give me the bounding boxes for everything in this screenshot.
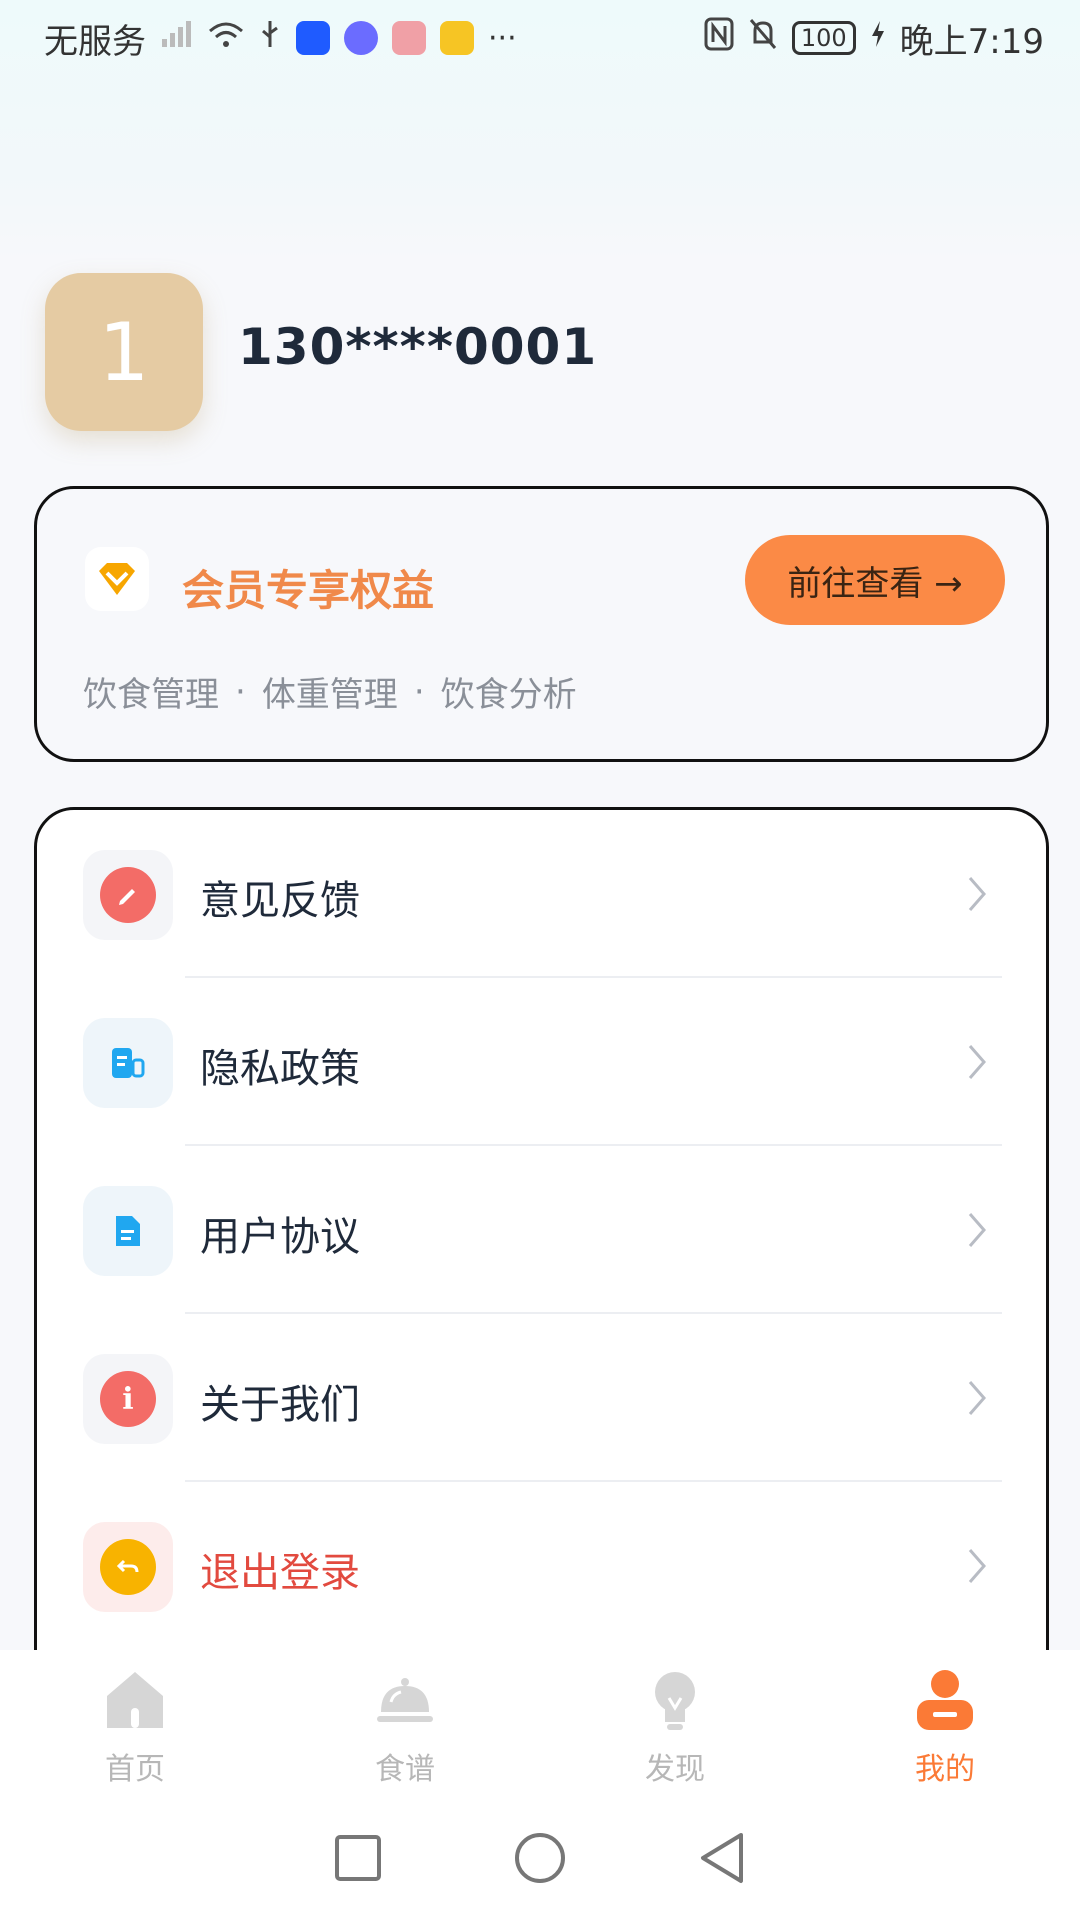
wifi-icon — [208, 18, 244, 58]
tab-home[interactable]: 首页 — [65, 1668, 205, 1788]
menu-item-privacy[interactable]: 隐私政策 — [37, 978, 1046, 1146]
logout-icon — [83, 1522, 173, 1612]
system-nav-bar — [0, 1800, 1080, 1920]
file-icon — [83, 1186, 173, 1276]
usb-icon — [258, 18, 282, 58]
nfc-icon — [704, 17, 734, 60]
separator-dot: · — [413, 671, 425, 712]
battery-indicator: 100 — [791, 21, 856, 55]
menu-label: 意见反馈 — [200, 878, 360, 924]
vip-feature: 饮食分析 — [440, 675, 577, 715]
app-wallet-icon — [440, 21, 474, 55]
carrier-text: 无服务 — [44, 21, 146, 62]
mute-icon — [748, 17, 778, 60]
user-phone: 130****0001 — [238, 318, 598, 376]
back-button[interactable] — [697, 1831, 747, 1889]
edit-icon — [83, 850, 173, 940]
tab-label: 食谱 — [375, 1752, 435, 1787]
bottom-tab-bar: 首页 食谱 发现 我的 — [0, 1650, 1080, 1800]
menu-item-agreement[interactable]: 用户协议 — [37, 1146, 1046, 1314]
diamond-icon — [85, 547, 149, 611]
tab-label: 我的 — [915, 1752, 975, 1787]
tab-label: 首页 — [105, 1752, 165, 1787]
avatar[interactable]: 1 — [45, 273, 203, 431]
vip-feature: 饮食管理 — [83, 675, 219, 715]
chevron-right-icon — [956, 1544, 996, 1588]
vip-feature: 体重管理 — [261, 675, 398, 715]
app-calendar-icon — [392, 21, 426, 55]
tab-recipes[interactable]: 食谱 — [335, 1668, 475, 1788]
status-bar: 无服务 ··· 100 晚上7:19 — [0, 0, 1080, 76]
home-icon — [103, 1668, 167, 1736]
signal-icon — [160, 18, 194, 58]
tab-label: 发现 — [645, 1752, 705, 1787]
tab-discover[interactable]: 发现 — [605, 1668, 745, 1788]
profile-page: 无服务 ··· 100 晚上7:19 1 130****0001 会员专享权益 … — [0, 0, 1080, 1920]
avatar-initial: 1 — [98, 305, 150, 399]
charging-icon — [870, 18, 886, 58]
lightbulb-icon — [643, 1668, 707, 1736]
more-icon: ··· — [488, 20, 517, 56]
vip-title: 会员专享权益 — [182, 566, 435, 615]
cloche-icon — [373, 1668, 437, 1736]
menu-label: 用户协议 — [200, 1214, 360, 1260]
info-icon: i — [83, 1354, 173, 1444]
app-music-icon — [344, 21, 378, 55]
menu-item-feedback[interactable]: 意见反馈 — [37, 810, 1046, 978]
chevron-right-icon — [956, 1376, 996, 1420]
home-button[interactable] — [513, 1831, 567, 1889]
chevron-right-icon — [956, 1208, 996, 1252]
chevron-right-icon — [956, 1040, 996, 1084]
clock: 晚上7:19 — [899, 21, 1044, 62]
vip-card: 会员专享权益 前往查看 → 饮食管理 · 体重管理 · 饮食分析 — [34, 486, 1049, 762]
menu-item-about[interactable]: i 关于我们 — [37, 1314, 1046, 1482]
settings-menu: 意见反馈 隐私政策 用户协议 i 关于我们 退出登录 — [34, 807, 1049, 1707]
menu-label: 退出登录 — [200, 1550, 360, 1596]
menu-item-logout[interactable]: 退出登录 — [37, 1482, 1046, 1650]
tab-profile[interactable]: 我的 — [875, 1668, 1015, 1788]
app-bulb-icon — [296, 21, 330, 55]
separator-dot: · — [235, 671, 246, 712]
chevron-right-icon — [956, 872, 996, 916]
user-icon — [913, 1668, 977, 1736]
vip-view-button[interactable]: 前往查看 → — [745, 535, 1005, 625]
document-icon — [83, 1018, 173, 1108]
status-left: 无服务 ··· — [44, 14, 517, 63]
recents-button[interactable] — [333, 1833, 383, 1887]
menu-label: 关于我们 — [200, 1382, 360, 1428]
menu-label: 隐私政策 — [200, 1046, 360, 1092]
vip-features: 饮食管理 · 体重管理 · 饮食分析 — [83, 667, 577, 716]
status-right: 100 晚上7:19 — [704, 14, 1044, 63]
